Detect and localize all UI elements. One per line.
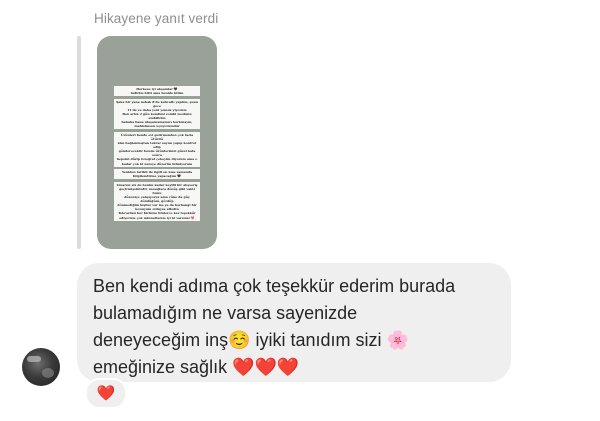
message-text: Ben kendi adıma çok teşekkür ederim bura… — [93, 276, 456, 377]
story-preview-thumbnail[interactable]: Herkese iyi akşamlar 🖤 ludirim bitti ama… — [97, 36, 217, 249]
sender-avatar[interactable] — [22, 348, 60, 386]
story-text-block: Yeniden tarihli ile ilgili en kısa zaman… — [114, 169, 200, 180]
message-bubble[interactable]: Ben kendi adıma çok teşekkür ederim bura… — [77, 263, 511, 382]
dm-thread: Hikayene yanıt verdi Herkese iyi akşamla… — [0, 0, 600, 421]
story-text-card: Herkese iyi akşamlar 🖤 ludirim bitti ama… — [114, 86, 200, 234]
story-text-block: Umarım siz de benim kadar keyifli bir al… — [114, 181, 200, 221]
story-reply-label: Hikayene yanıt verdi — [94, 11, 219, 26]
story-quote-bar — [77, 36, 81, 249]
story-text-block: Şaka bir yana nebak 8'de kahvaltı yaptım… — [114, 98, 200, 130]
heart-reaction-icon[interactable]: ❤️ — [85, 378, 127, 409]
story-text-block: Ürünleri bende evi getirmenden çok fazla… — [114, 131, 200, 167]
story-text-block: Herkese iyi akşamlar 🖤 ludirim bitti ama… — [114, 86, 200, 97]
